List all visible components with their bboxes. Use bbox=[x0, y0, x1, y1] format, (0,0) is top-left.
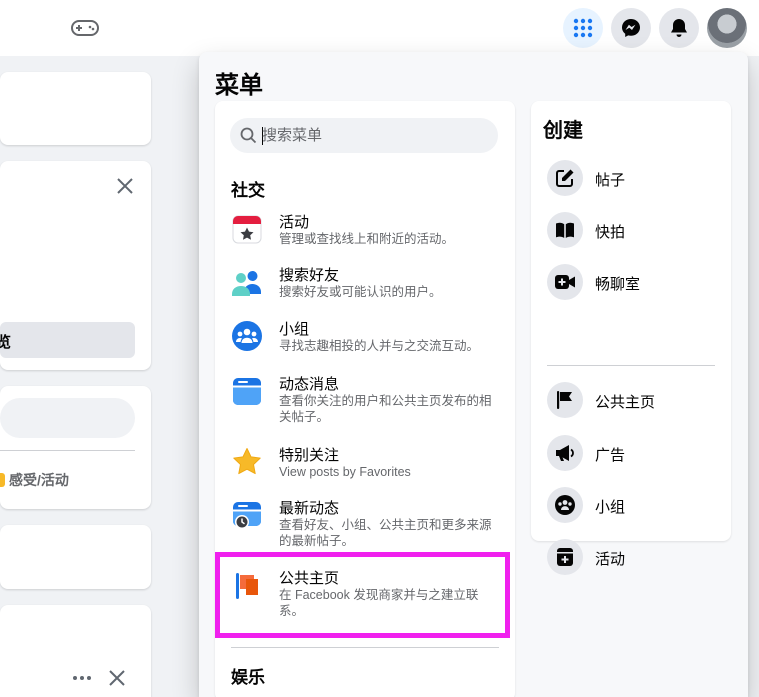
menu-item-label: 小组 bbox=[279, 321, 310, 338]
search-input[interactable] bbox=[262, 118, 492, 153]
menu-left-column: 社交 活动 管理或查找线上和附近的活动。 搜索好友 搜索好友或可能认识的用户。 bbox=[215, 101, 515, 697]
search-icon bbox=[240, 127, 257, 144]
divider bbox=[0, 450, 135, 451]
section-title-social: 社交 bbox=[231, 181, 265, 200]
star-icon bbox=[233, 448, 261, 475]
story-book-icon bbox=[556, 222, 574, 238]
gaming-icon[interactable] bbox=[70, 16, 100, 40]
feed-card bbox=[0, 72, 151, 145]
menu-item-most-recent[interactable]: 最新动态 查看好友、小组、公共主页和更多来源的最新帖子。 bbox=[219, 497, 509, 553]
friends-icon bbox=[232, 271, 261, 296]
calendar-star-icon bbox=[232, 215, 262, 244]
menu-item-desc: 寻找志趣相投的人并与之交流互动。 bbox=[279, 339, 480, 353]
account-avatar[interactable] bbox=[707, 8, 747, 48]
menu-item-feeds[interactable]: 动态消息 查看你关注的用户和公共主页发布的相关帖子。 bbox=[219, 373, 509, 429]
search-menu-box[interactable] bbox=[230, 118, 498, 153]
menu-item-groups[interactable]: 小组 寻找志趣相投的人并与之交流互动。 bbox=[219, 318, 509, 358]
menu-item-label: 活动 bbox=[279, 214, 310, 231]
menu-item-desc: 搜索好友或可能认识的用户。 bbox=[279, 285, 442, 299]
menu-item-favorites[interactable]: 特别关注 View posts by Favorites bbox=[219, 444, 509, 484]
pages-flag-icon bbox=[236, 573, 258, 599]
section-title-entertainment: 娱乐 bbox=[231, 668, 265, 687]
messenger-button[interactable] bbox=[611, 8, 651, 48]
event-icon bbox=[557, 548, 573, 566]
menu-panel: 菜单 社交 活动 管理或查找线上和附近的活动。 bbox=[199, 52, 748, 697]
flag-icon bbox=[557, 391, 572, 409]
composer-input[interactable] bbox=[0, 398, 135, 438]
groups-icon bbox=[232, 321, 262, 351]
feed-card bbox=[0, 525, 151, 589]
create-title: 创建 bbox=[543, 120, 583, 142]
menu-item-events[interactable]: 活动 管理或查找线上和附近的活动。 bbox=[219, 211, 509, 251]
menu-item-find-friends[interactable]: 搜索好友 搜索好友或可能认识的用户。 bbox=[219, 264, 509, 304]
menu-item-label: 公共主页 bbox=[279, 570, 340, 587]
notifications-button[interactable] bbox=[659, 8, 699, 48]
bell-icon bbox=[671, 19, 687, 37]
feed-icon bbox=[233, 378, 261, 405]
group-icon bbox=[555, 495, 575, 515]
menu-item-label: 特别关注 bbox=[279, 447, 340, 464]
create-room-button[interactable]: 畅聊室 bbox=[547, 264, 717, 300]
close-icon[interactable] bbox=[115, 176, 135, 196]
section-divider bbox=[231, 647, 499, 648]
close-icon[interactable] bbox=[108, 669, 126, 687]
menu-item-label: 动态消息 bbox=[279, 376, 340, 393]
feed-card-button[interactable]: 览 bbox=[0, 322, 135, 358]
menu-item-desc: 管理或查找线上和附近的活动。 bbox=[279, 232, 455, 246]
menu-item-pages[interactable]: 公共主页 在 Facebook 发现商家并与之建立联系。 bbox=[219, 567, 509, 623]
feeling-icon bbox=[0, 473, 5, 487]
menu-item-label: 搜索好友 bbox=[279, 267, 340, 284]
menu-item-desc: View posts by Favorites bbox=[279, 465, 411, 479]
edit-post-icon bbox=[556, 169, 574, 187]
feeling-activity-button[interactable]: 感受/活动 bbox=[0, 470, 69, 490]
more-options-icon[interactable] bbox=[72, 670, 92, 686]
menu-item-desc: 查看你关注的用户和公共主页发布的相关帖子。 bbox=[279, 394, 492, 424]
create-divider bbox=[547, 365, 715, 366]
create-group-button[interactable]: 小组 bbox=[547, 487, 717, 523]
menu-item-desc: 查看好友、小组、公共主页和更多来源的最新帖子。 bbox=[279, 518, 492, 548]
menu-item-desc: 在 Facebook 发现商家并与之建立联系。 bbox=[279, 588, 479, 618]
menu-item-label: 最新动态 bbox=[279, 500, 340, 517]
video-room-icon bbox=[555, 275, 575, 289]
messenger-icon bbox=[622, 19, 640, 37]
create-page-button[interactable]: 公共主页 bbox=[547, 382, 717, 418]
create-event-button[interactable]: 活动 bbox=[547, 539, 717, 575]
create-column: 创建 帖子 快拍 畅聊室 公共主页 广告 小组 活动 bbox=[531, 101, 731, 575]
megaphone-icon bbox=[556, 445, 574, 461]
top-navigation-bar bbox=[0, 0, 759, 56]
recent-feed-icon bbox=[233, 502, 261, 529]
create-post-button[interactable]: 帖子 bbox=[547, 160, 717, 196]
menu-grid-button[interactable] bbox=[563, 8, 603, 48]
create-ad-button[interactable]: 广告 bbox=[547, 435, 717, 471]
create-story-button[interactable]: 快拍 bbox=[547, 212, 717, 248]
grid-icon bbox=[573, 18, 593, 38]
menu-title: 菜单 bbox=[215, 72, 263, 99]
